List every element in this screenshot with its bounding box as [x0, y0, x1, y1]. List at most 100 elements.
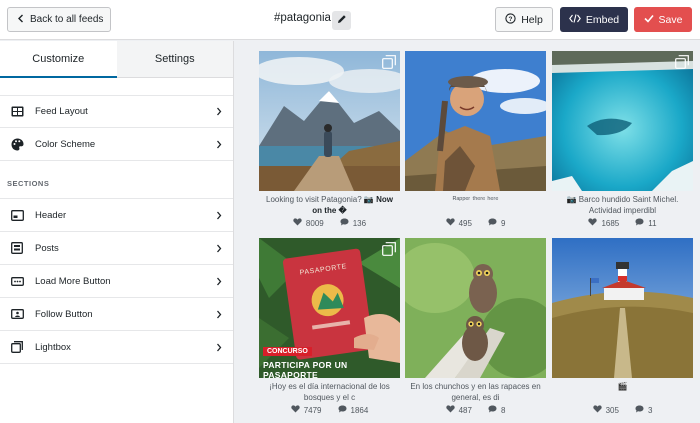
post-stats: 7479 1864 [259, 405, 400, 415]
comments-count: 9 [500, 218, 506, 228]
comment-icon [635, 218, 644, 228]
help-button[interactable]: ? Help [495, 7, 553, 32]
post-caption: 📷 Barco hundido Saint Michel. Actividad … [566, 195, 679, 215]
post-photo-smiling-woman[interactable] [405, 51, 546, 191]
sidebar-item-lightbox[interactable]: Lightbox [0, 331, 233, 364]
comment-icon [338, 405, 347, 415]
back-to-feeds-button[interactable]: Back to all feeds [7, 7, 111, 32]
post-caption: ᴿᵃᵖᵖᵉʳ ᵗʰᵉʳᵉ ʰᵉʳᵉ [452, 195, 499, 204]
sidebar-item-label: Color Scheme [35, 138, 96, 150]
comment-icon [635, 405, 644, 415]
sidebar-tabs: Customize Settings [0, 41, 233, 78]
posts-icon [10, 241, 24, 255]
edit-title-button[interactable] [332, 11, 351, 30]
feed-preview-grid: Looking to visit Patagonia? 📷 Now on the… [234, 41, 700, 423]
embed-label: Embed [585, 13, 620, 26]
embed-button[interactable]: Embed [560, 7, 628, 32]
chevron-right-icon [215, 342, 223, 352]
comments-count: 8 [500, 405, 506, 415]
feed-post[interactable]: En los chunchos y en las rapaces en gene… [405, 238, 546, 415]
heart-icon [293, 218, 302, 228]
checkmark-icon [643, 14, 654, 26]
sidebar-item-color-scheme[interactable]: Color Scheme [0, 128, 233, 161]
comments-count: 3 [647, 405, 653, 415]
post-stats: 487 8 [405, 405, 546, 415]
sidebar-item-load-more-button[interactable]: Load More Button [0, 265, 233, 298]
sidebar-item-feed-layout[interactable]: Feed Layout [0, 95, 233, 128]
chevron-right-icon [215, 139, 223, 149]
chevron-right-icon [215, 210, 223, 220]
customizer-sidebar: Customize Settings Feed Layout Color Sch… [0, 41, 234, 423]
heart-icon [445, 218, 455, 228]
post-stats: 1685 11 [552, 218, 693, 228]
sidebar-item-header[interactable]: Header [0, 199, 233, 232]
likes-count: 1685 [601, 218, 620, 228]
header-icon [10, 208, 24, 222]
top-bar: Back to all feeds #patagonia ? Help Embe… [0, 0, 700, 40]
post-stats: 305 3 [552, 405, 693, 415]
feed-post[interactable]: 🎬 305 3 [552, 238, 693, 415]
comment-icon [488, 218, 497, 228]
feed-post[interactable]: Looking to visit Patagonia? 📷 Now on the… [259, 51, 400, 228]
sidebar-item-posts[interactable]: Posts [0, 232, 233, 265]
sidebar-item-label: Follow Button [35, 308, 93, 320]
tab-customize[interactable]: Customize [0, 41, 117, 78]
likes-count: 8009 [305, 218, 324, 228]
heart-icon [588, 218, 598, 228]
sidebar-item-label: Load More Button [35, 275, 111, 287]
chevron-right-icon [215, 309, 223, 319]
post-photo-mountain-lake[interactable] [259, 51, 400, 191]
sidebar-item-follow-button[interactable]: Follow Button [0, 298, 233, 331]
palette-icon [10, 137, 24, 151]
feed-title: #patagonia [274, 12, 331, 24]
save-button[interactable]: Save [634, 7, 692, 32]
likes-count: 495 [458, 218, 472, 228]
likes-count: 305 [605, 405, 619, 415]
contest-badge: CONCURSO [263, 347, 312, 356]
post-caption: Looking to visit Patagonia? 📷 Now on the… [266, 195, 393, 215]
post-photo-owls[interactable] [405, 238, 546, 378]
comments-count: 136 [352, 218, 367, 228]
tab-settings[interactable]: Settings [116, 41, 233, 77]
tab-settings-label: Settings [154, 53, 195, 65]
follow-icon [10, 307, 24, 321]
post-photo-turquoise-water[interactable] [552, 51, 693, 191]
svg-text:?: ? [509, 16, 513, 23]
carousel-icon [675, 55, 689, 69]
help-icon: ? [505, 12, 516, 27]
pencil-icon [337, 14, 347, 27]
lightbox-icon [10, 340, 24, 354]
chevron-left-icon [17, 14, 24, 26]
post-caption: En los chunchos y en las rapaces en gene… [410, 382, 541, 402]
save-label: Save [658, 13, 683, 26]
back-button-label: Back to all feeds [30, 14, 104, 25]
post-stats: 495 9 [405, 218, 546, 228]
feed-post[interactable]: PASAPORTE CONCURSO PARTICIPA POR UN PASA… [259, 238, 400, 415]
likes-count: 7479 [303, 405, 322, 415]
chevron-right-icon [215, 276, 223, 286]
carousel-icon [382, 55, 396, 69]
load-more-icon [10, 274, 24, 288]
feed-post[interactable]: 📷 Barco hundido Saint Michel. Actividad … [552, 51, 693, 228]
sidebar-item-label: Lightbox [35, 341, 71, 353]
post-caption: ¡Hoy es el día internacional de los bosq… [269, 382, 390, 402]
post-photo-passport-contest[interactable]: PASAPORTE CONCURSO PARTICIPA POR UN PASA… [259, 238, 400, 378]
sidebar-item-label: Posts [35, 242, 59, 254]
sections-heading: SECTIONS [0, 161, 233, 199]
carousel-icon [382, 242, 396, 256]
feed-post[interactable]: ᴿᵃᵖᵖᵉʳ ᵗʰᵉʳᵉ ʰᵉʳᵉ 495 9 [405, 51, 546, 228]
post-photo-lighthouse[interactable] [552, 238, 693, 378]
chevron-right-icon [215, 107, 223, 117]
help-label: Help [521, 13, 543, 26]
sidebar-item-label: Header [35, 209, 67, 221]
chevron-right-icon [215, 243, 223, 253]
sidebar-item-label: Feed Layout [35, 106, 88, 117]
comment-icon [340, 218, 349, 228]
comments-count: 11 [648, 218, 657, 228]
post-caption: 🎬 [617, 382, 628, 391]
heart-icon [291, 405, 300, 415]
code-icon [568, 13, 581, 26]
contest-overlay-text: PARTICIPA POR UN PASAPORTE [263, 360, 348, 378]
post-stats: 8009 136 [259, 218, 400, 228]
